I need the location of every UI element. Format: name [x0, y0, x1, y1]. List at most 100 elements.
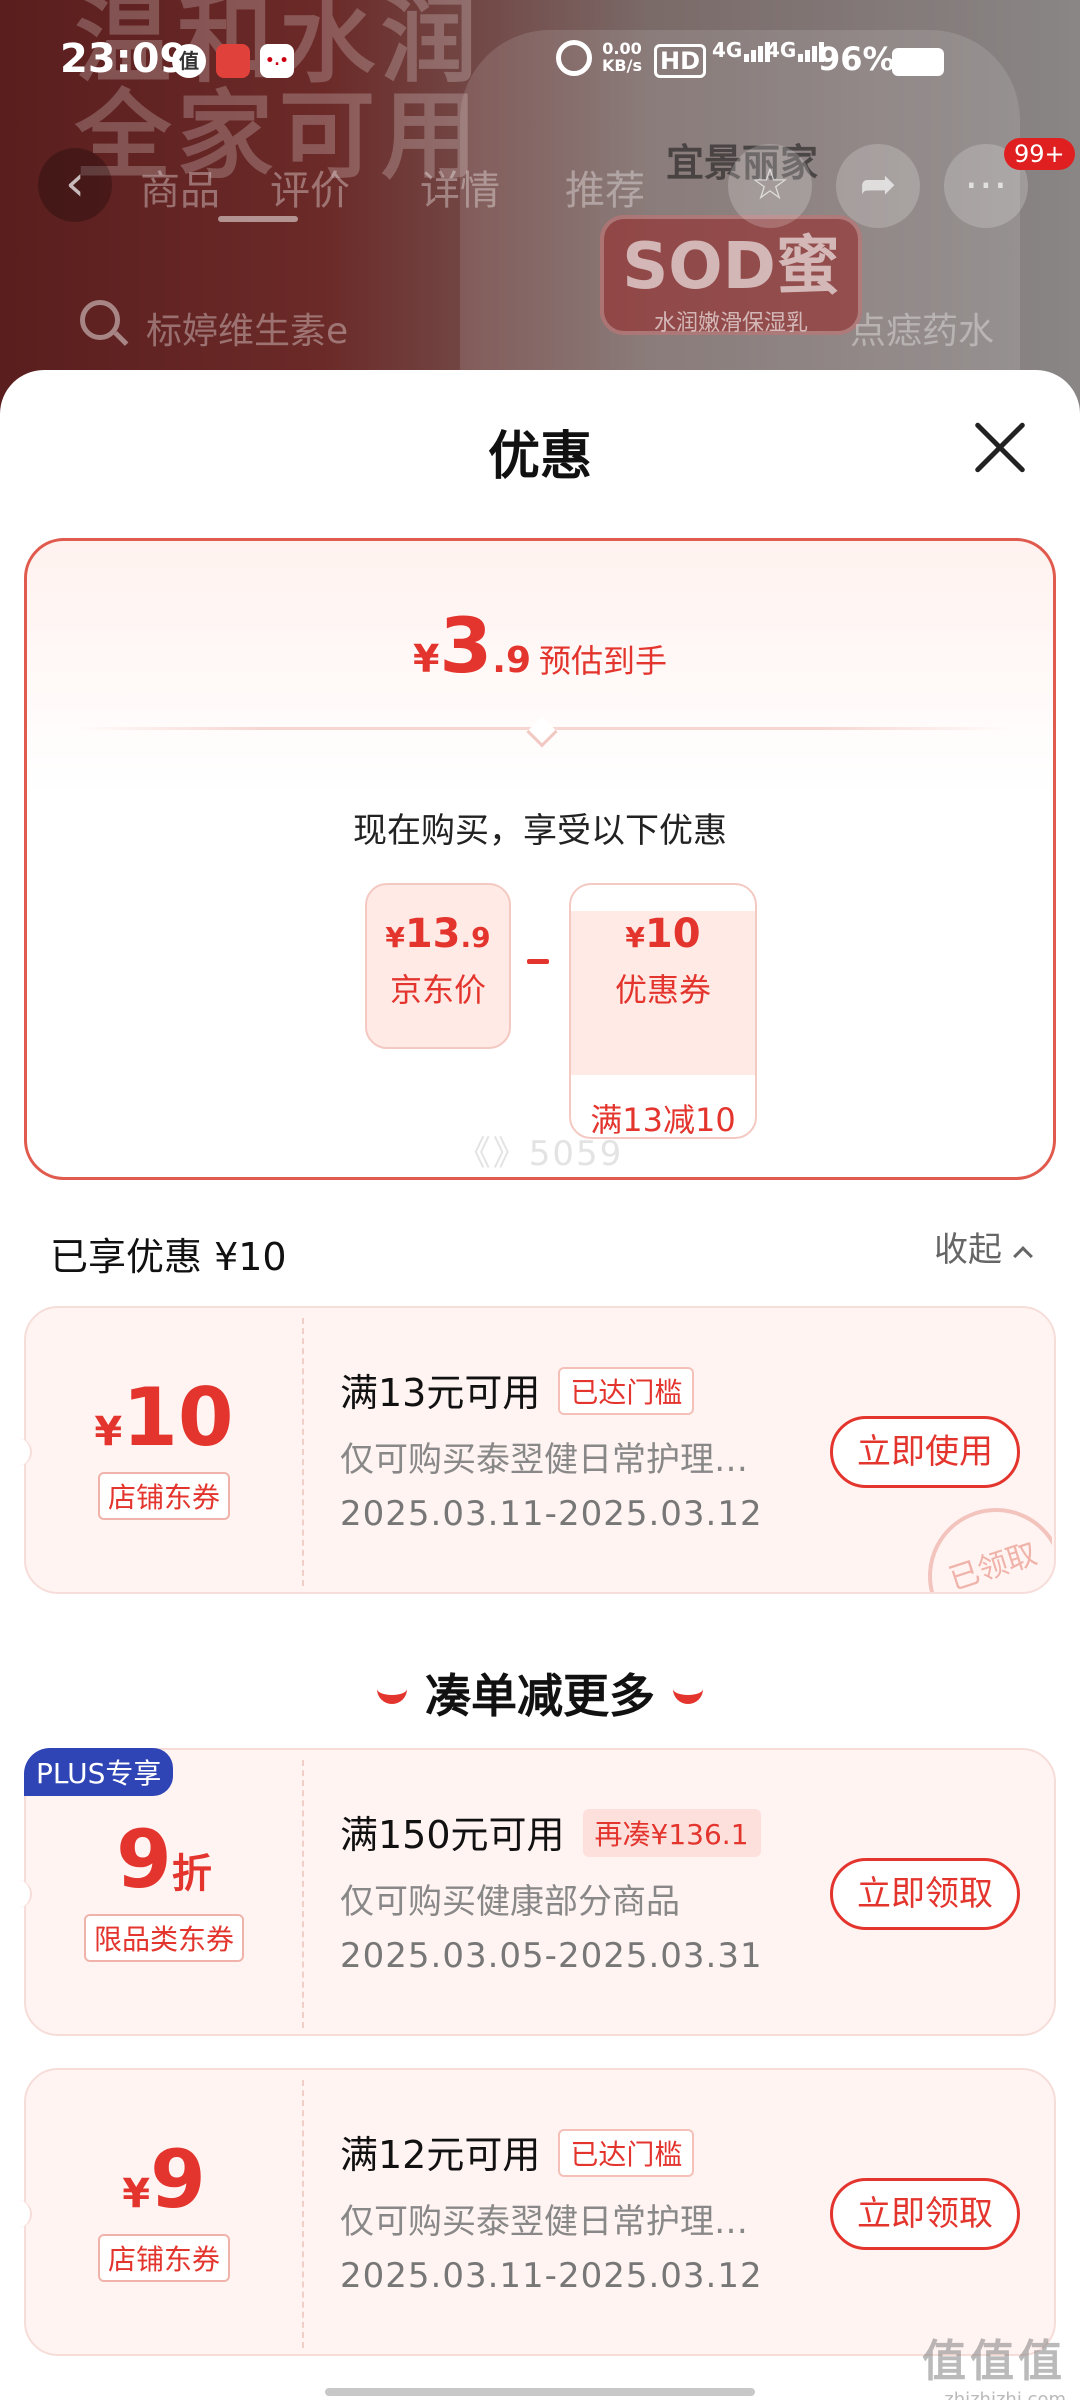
zhi-app-notification-icon: 值: [172, 44, 206, 78]
coupon-condition-text: 满13元可用: [340, 1371, 541, 1415]
claimed-stamp-text: 已领取: [922, 1502, 1052, 1592]
coupon-type: 店铺东券: [97, 1472, 230, 1520]
coupon-condition: 满150元可用 再凑¥136.1: [340, 1804, 761, 1859]
coupon-currency: ¥: [122, 2171, 151, 2217]
coupon-label: 优惠券: [614, 971, 711, 1009]
tab-goods[interactable]: 商品: [140, 158, 220, 216]
signal-label-2: 4G: [766, 38, 797, 62]
search-icon: [80, 300, 120, 340]
network-speed-unit: KB/s: [602, 56, 642, 75]
hd-voice-icon: HD: [654, 44, 707, 78]
coupon-value-area: ¥9 店铺东券: [26, 2070, 302, 2354]
coupon-validity-date: 2025.03.05-2025.03.31: [340, 1936, 763, 1976]
back-arrow-icon[interactable]: ‹: [38, 148, 112, 222]
site-watermark-url: zhizhizhi.com: [944, 2389, 1066, 2400]
coupon-condition-text: 满150元可用: [340, 1813, 565, 1857]
search-keyword[interactable]: 标婷维生素e: [146, 302, 348, 354]
coupon-card: ¥9 店铺东券 满12元可用 已达门槛 仅可购买泰翌健日常护理… 2025.03.…: [16, 2068, 1056, 2356]
coupon-currency: ¥: [94, 1409, 123, 1455]
chevron-up-icon: [1013, 1246, 1033, 1266]
coupon-dashed-separator: [302, 2080, 304, 2348]
coupon-amount: 9: [116, 1813, 172, 1906]
price-summary-card: ¥3.9 预估到手 现在购买，享受以下优惠 ¥13.9 京东价 ¥10 优惠券 满…: [24, 538, 1056, 1180]
coupon-value: ¥9: [26, 2140, 302, 2220]
close-icon[interactable]: [972, 420, 1028, 476]
currency-symbol: ¥: [412, 637, 440, 681]
home-indicator[interactable]: [325, 2388, 755, 2396]
collapse-label: 收起: [934, 1230, 1002, 1270]
favorite-star-icon[interactable]: ☆: [728, 144, 812, 228]
minus-sign: [527, 959, 549, 964]
coupon-amount: 10: [122, 1371, 234, 1464]
currency-symbol: ¥: [385, 921, 405, 954]
site-watermark: 值值值 zhizhizhi.com: [922, 2325, 1066, 2400]
coupon-scope: 仅可购买泰翌健日常护理…: [340, 1440, 748, 1480]
coupon-discount-unit: 折: [171, 1851, 212, 1897]
coupon-amount: 9: [150, 2133, 206, 2226]
status-time: 23:09: [60, 36, 188, 82]
tab-recommend[interactable]: 推荐: [565, 158, 645, 216]
status-bar: 23:09 值 •.• 0.00 KB/s HD 4G 4G 96%: [0, 0, 1080, 120]
app-notification-icon: [216, 44, 250, 78]
coupon-condition: 满12元可用 已达门槛: [340, 2124, 695, 2179]
smile-decoration-icon: [377, 1686, 407, 1704]
more-discounts-title: 凑单减更多: [0, 1660, 1080, 1726]
coupon-dashed-separator: [302, 1760, 304, 2028]
discount-bottom-sheet: 优惠 ¥3.9 预估到手 现在购买，享受以下优惠 ¥13.9 京东价 ¥10 优惠…: [0, 370, 1080, 2400]
coupon-chip-top: ¥10 优惠券: [571, 911, 755, 1075]
jd-price-amount: ¥13.9: [367, 911, 509, 957]
coupon-condition-text: 满12元可用: [340, 2133, 541, 2177]
jd-price-decimal: .9: [460, 921, 491, 954]
coupon-value: ¥10: [26, 1378, 302, 1458]
app-notification-icon-2: •.•: [260, 44, 294, 78]
message-count-badge: 99+: [1004, 138, 1075, 170]
signal-4g-icon: 4G: [712, 38, 772, 62]
search-keyword-secondary[interactable]: 点痣药水: [850, 302, 994, 354]
site-watermark-glyphs: 值值值: [922, 2336, 1066, 2387]
coupon-scope: 仅可购买健康部分商品: [340, 1882, 680, 1922]
jd-price-integer: 13: [404, 911, 461, 957]
product-nav-bar: ‹ 商品 评价 详情 推荐 ☆ ➦ ⋯ 99+: [0, 138, 1080, 230]
tab-details[interactable]: 详情: [420, 158, 500, 216]
battery-percent: 96%: [818, 40, 895, 78]
coupon-threshold-tag: 已达门槛: [558, 1367, 695, 1415]
estimated-price-label: 预估到手: [539, 642, 668, 680]
coupon-card: PLUS专享 9折 限品类东券 满150元可用 再凑¥136.1 仅可购买健康部分…: [16, 1748, 1056, 2036]
share-icon[interactable]: ➦: [836, 144, 920, 228]
smile-decoration-icon: [673, 1686, 703, 1704]
coupon-validity-date: 2025.03.11-2025.03.12: [340, 1494, 763, 1534]
image-watermark: 《》5059: [456, 1134, 624, 1174]
active-tab-indicator: [218, 216, 298, 222]
coupon-type: 店铺东券: [97, 2234, 230, 2282]
enjoyed-discount-label: 已享优惠 ¥10: [50, 1235, 287, 1279]
coupon-value: 9折: [26, 1820, 302, 1900]
network-speed: 0.00 KB/s: [602, 40, 642, 74]
coupon-type: 限品类东券: [83, 1914, 244, 1962]
tab-reviews[interactable]: 评价: [270, 158, 350, 216]
coupon-scope: 仅可购买泰翌健日常护理…: [340, 2202, 748, 2242]
jd-price-chip: ¥13.9 京东价: [365, 883, 511, 1049]
signal-label: 4G: [712, 38, 743, 62]
collapse-toggle[interactable]: 收起: [934, 1222, 1033, 1271]
claim-now-button[interactable]: 立即领取: [830, 1858, 1020, 1930]
coupon-chip: ¥10 优惠券 满13减10: [569, 883, 757, 1139]
estimated-price-integer: 3: [439, 601, 493, 690]
coupon-value-area: 9折 限品类东券: [26, 1750, 302, 2034]
estimated-price-decimal: .9: [492, 640, 532, 681]
jd-price-label: 京东价: [389, 971, 486, 1009]
claim-now-button[interactable]: 立即领取: [830, 2178, 1020, 2250]
coupon-threshold-tag: 已达门槛: [558, 2129, 695, 2177]
use-now-button[interactable]: 立即使用: [830, 1416, 1020, 1488]
coupon-remaining-tag: 再凑¥136.1: [582, 1809, 761, 1857]
coupon-validity-date: 2025.03.11-2025.03.12: [340, 2256, 763, 2296]
claimed-stamp: 已领取: [922, 1502, 1052, 1592]
search-bar[interactable]: 标婷维生素e 点痣药水: [60, 290, 1020, 360]
alarm-clock-icon: [556, 40, 592, 76]
divider-pointer: [526, 716, 558, 748]
buy-now-hint: 现在购买，享受以下优惠: [353, 811, 727, 851]
coupon-card: ¥10 店铺东券 满13元可用 已达门槛 仅可购买泰翌健日常护理… 2025.03…: [16, 1306, 1056, 1594]
currency-symbol: ¥: [625, 921, 645, 954]
coupon-dashed-separator: [302, 1318, 304, 1586]
estimated-price: ¥3.9 预估到手: [27, 601, 1053, 690]
coupon-amount-value: 10: [644, 911, 701, 957]
